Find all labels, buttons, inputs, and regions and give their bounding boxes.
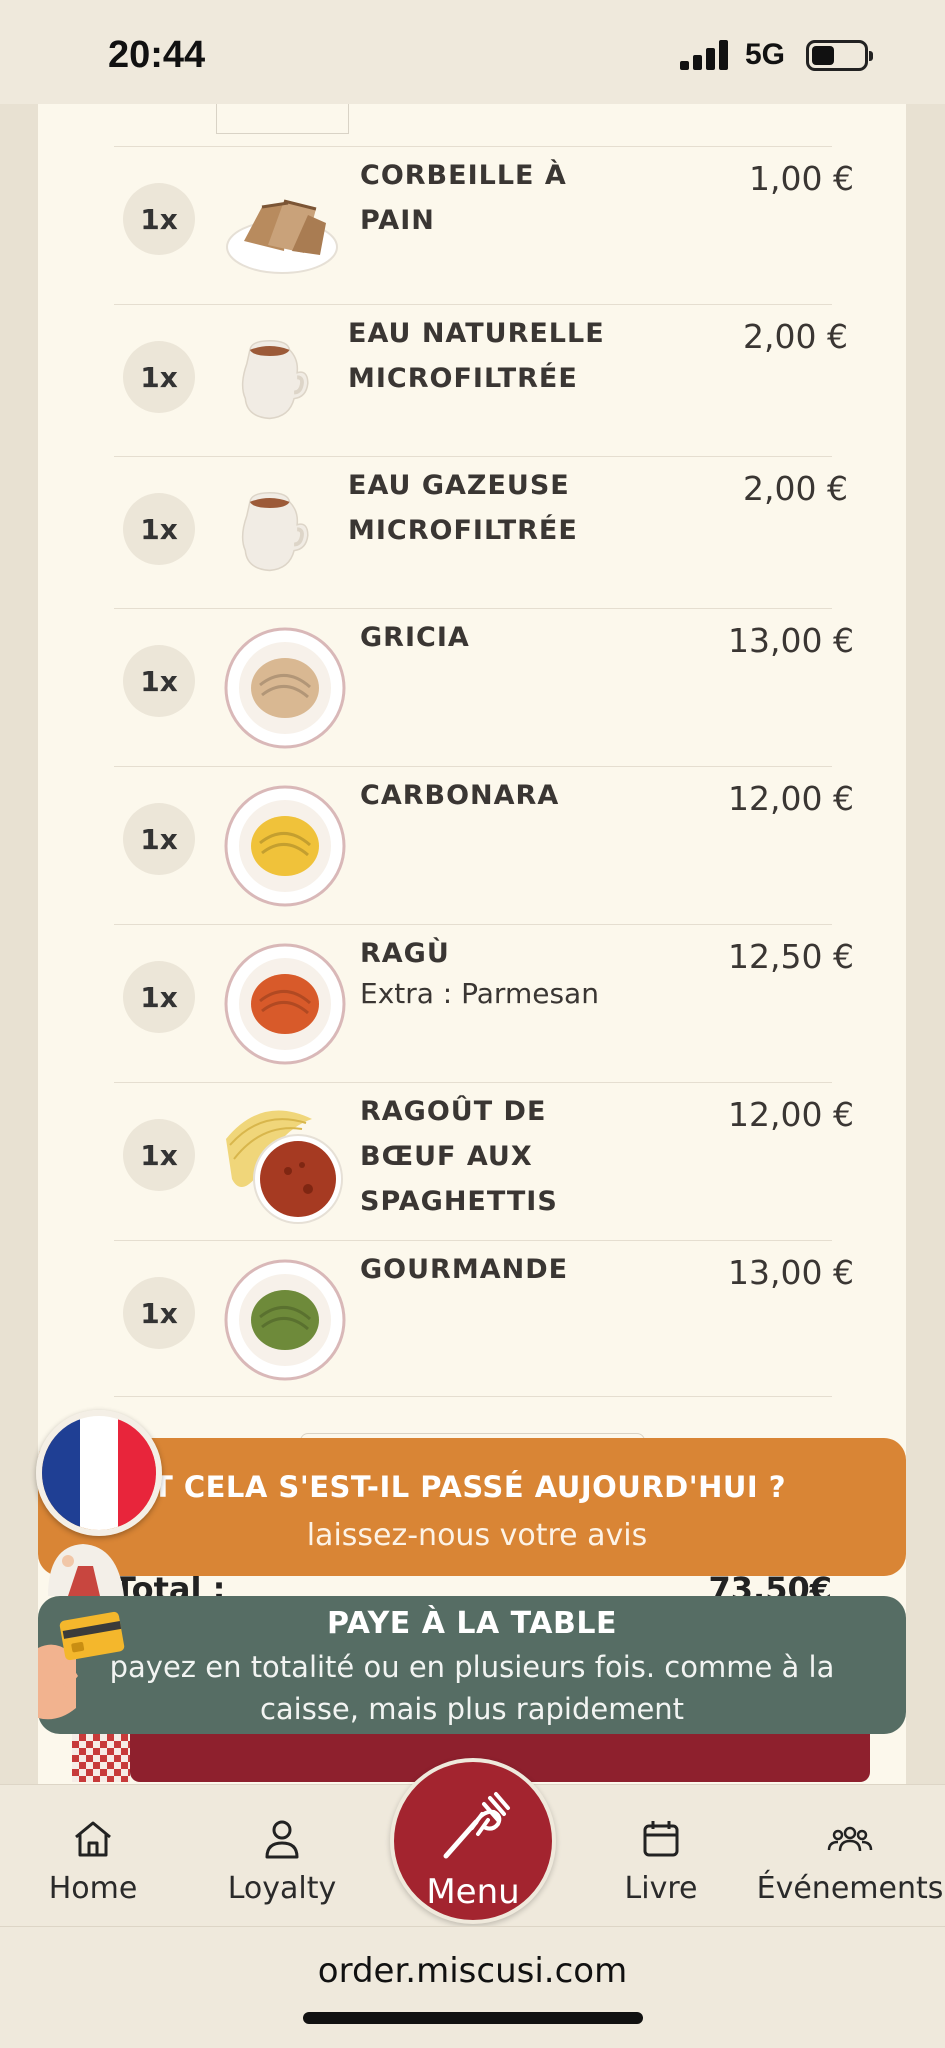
item-photo (224, 327, 320, 433)
nav-home[interactable]: Home (38, 1785, 148, 1927)
item-photo (222, 1257, 348, 1383)
item-name: CORBEILLE À PAIN (360, 160, 567, 236)
nav-home-label: Home (48, 1871, 138, 1906)
nav-livre-label: Livre (624, 1871, 698, 1906)
item-price: 13,00 € (728, 621, 854, 660)
nav-livre[interactable]: Livre (614, 1785, 708, 1927)
group-icon (827, 1826, 873, 1852)
url-text: order.miscusi.com (317, 1951, 628, 1991)
nav-loyalty[interactable]: Loyalty (222, 1785, 342, 1927)
browser-url-bar[interactable]: order.miscusi.com (0, 1926, 945, 2048)
list-divider (114, 1396, 832, 1397)
battery-icon (806, 40, 873, 71)
item-price: 2,00 € (743, 317, 848, 356)
chef-illustration (48, 1544, 124, 1596)
calendar-icon (643, 1821, 679, 1857)
item-photo (222, 783, 348, 909)
order-item-row: 1x RAGÙ Extra : Parmesan 12,50 € (114, 924, 854, 1082)
item-quantity-badge[interactable]: 1x (123, 1119, 195, 1191)
item-name: CARBONARA (360, 780, 560, 811)
item-quantity-badge[interactable]: 1x (123, 645, 195, 717)
order-item-row: 1x GRICIA 13,00 € (114, 608, 854, 766)
item-name: EAU GAZEUSE MICROFILTRÉE (348, 470, 578, 546)
feedback-title: ENT CELA S'EST-IL PASSÉ AUJOURD'HUI ? (107, 1470, 787, 1504)
order-item-row: 1x GOURMANDE 13,00 € (114, 1240, 854, 1398)
status-time: 20:44 (108, 34, 206, 76)
nav-events-label: Événements (756, 1871, 944, 1906)
item-name: GRICIA (360, 622, 470, 653)
home-indicator[interactable] (303, 2012, 643, 2024)
item-price: 1,00 € (749, 159, 854, 198)
status-bar: 20:44 5G (0, 0, 945, 104)
language-flag-fr[interactable] (36, 1410, 162, 1536)
order-item-row: 1x CARBONARA 12,00 € (114, 766, 854, 924)
signal-icon (680, 40, 732, 70)
item-photo (222, 1099, 348, 1225)
partial-element-top (216, 104, 349, 134)
item-name: GOURMANDE (360, 1254, 569, 1285)
item-quantity-badge[interactable]: 1x (123, 961, 195, 1033)
nav-loyalty-label: Loyalty (227, 1871, 337, 1906)
order-item-row: 1x EAU GAZEUSE MICROFILTRÉE 2,00 € (114, 456, 848, 614)
item-name: RAGÙ (360, 938, 450, 969)
nav-menu-label: Menu (426, 1872, 520, 1912)
user-icon (265, 1820, 299, 1859)
item-price: 12,50 € (728, 937, 854, 976)
network-label: 5G (745, 38, 786, 71)
order-item-row: 1x CORBEILLE À PAIN 1,00 € (114, 146, 854, 304)
item-photo (222, 941, 348, 1067)
item-quantity-badge[interactable]: 1x (123, 341, 195, 413)
order-item-row: 1x EAU NATURELLE MICROFILTRÉE 2,00 € (114, 304, 848, 462)
item-price: 12,00 € (728, 1095, 854, 1134)
page-margin-left (0, 104, 38, 1804)
item-quantity-badge[interactable]: 1x (123, 493, 195, 565)
tablecloth-decoration (72, 1734, 130, 1782)
page-margin-right (906, 104, 945, 1804)
item-extra: Extra : Parmesan (360, 977, 599, 1010)
item-name: EAU NATURELLE MICROFILTRÉE (348, 318, 605, 394)
item-quantity-badge[interactable]: 1x (123, 183, 195, 255)
item-photo (222, 625, 348, 751)
home-icon (75, 1821, 111, 1857)
item-photo (222, 163, 348, 289)
feedback-banner[interactable]: ENT CELA S'EST-IL PASSÉ AUJOURD'HUI ? la… (38, 1438, 906, 1576)
item-quantity-badge[interactable]: 1x (123, 1277, 195, 1349)
item-quantity-badge[interactable]: 1x (123, 803, 195, 875)
nav-events[interactable]: Événements (756, 1785, 944, 1927)
pay-at-table-banner[interactable]: PAYE À LA TABLE payez en totalité ou en … (38, 1596, 906, 1734)
order-item-row: 1x RAGOÛT DE BŒUF AUX SPAGHETTIS 12,00 € (114, 1082, 854, 1240)
nav-menu-button[interactable]: Menu (390, 1758, 556, 1924)
pay-title: PAYE À LA TABLE (326, 1606, 617, 1641)
item-price: 12,00 € (728, 779, 854, 818)
pay-subtitle: payez en totalité ou en plusieurs fois. … (109, 1650, 835, 1726)
card-hand-icon (38, 1611, 125, 1720)
feedback-subtitle: laissez-nous votre avis (306, 1518, 648, 1553)
item-name: RAGOÛT DE BŒUF AUX SPAGHETTIS (360, 1096, 558, 1217)
item-photo (224, 479, 320, 585)
fork-pasta-icon (443, 1792, 510, 1859)
item-price: 13,00 € (728, 1253, 854, 1292)
item-price: 2,00 € (743, 469, 848, 508)
